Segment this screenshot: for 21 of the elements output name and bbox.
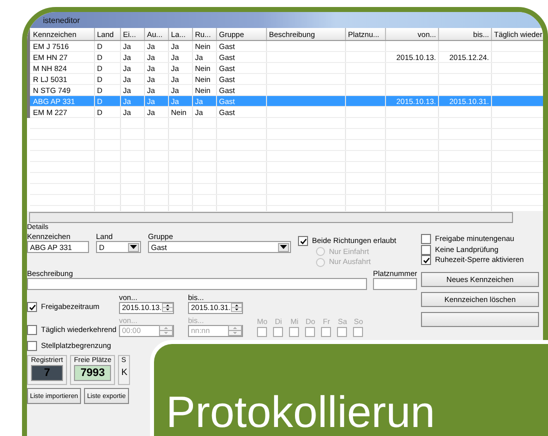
checkbox[interactable]	[421, 255, 431, 266]
checkbox[interactable]	[298, 236, 308, 246]
banner-title: Protokollierun	[166, 390, 436, 436]
dropdown-button[interactable]	[128, 242, 139, 252]
window-title: isteneditor	[43, 16, 80, 24]
checkbox[interactable]	[421, 234, 431, 244]
input-field[interactable]	[27, 278, 367, 290]
checkbox[interactable]	[421, 244, 431, 255]
checkbox[interactable]	[27, 340, 37, 351]
counter-value: 7993	[74, 365, 112, 381]
spinner-icon[interactable]	[230, 302, 242, 313]
checkbox[interactable]	[27, 302, 37, 312]
input-field[interactable]	[373, 278, 417, 290]
caret-icon	[280, 245, 287, 249]
caret-icon	[130, 245, 137, 249]
spinner-icon[interactable]	[162, 302, 173, 313]
scrollbar[interactable]	[29, 212, 513, 223]
blank-button[interactable]	[421, 312, 539, 326]
counter-value: 7	[31, 365, 63, 381]
counter-value: K	[121, 366, 128, 379]
dropdown-button[interactable]	[278, 242, 289, 252]
